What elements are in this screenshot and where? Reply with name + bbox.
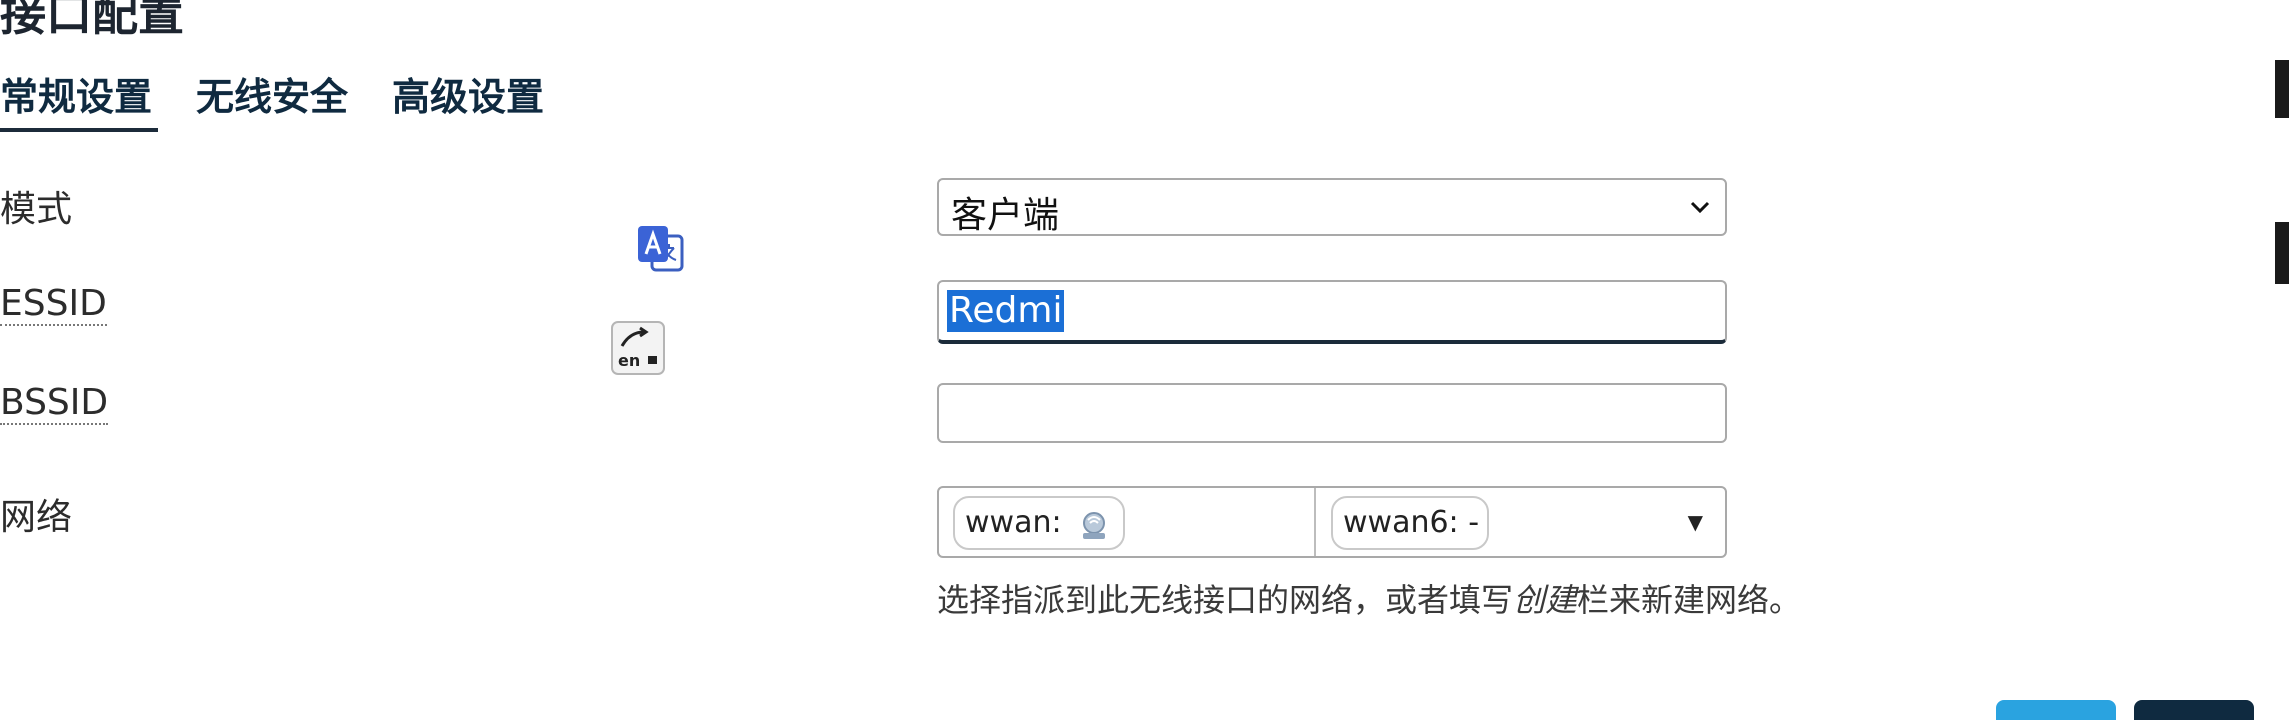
svg-text:en: en [618,351,640,370]
network-select-divider [1314,488,1316,556]
network-interface-icon [1077,507,1111,539]
mode-label: 模式 [0,189,73,230]
interface-config-page: 接口配置 常规设置 无线安全 高级设置 模式 ESSID BSSID 网络 en… [0,0,2289,720]
network-chip-wwan-label: wwan: [965,505,1062,540]
network-chip-wwan6[interactable]: wwan6: - [1331,496,1489,550]
network-hint-after: 栏来新建网络。 [1577,581,1802,619]
section-title: 接口配置 [0,0,184,41]
network-chip-wwan[interactable]: wwan: [953,496,1125,550]
essid-input-value: Redmi [947,290,1065,332]
essid-label: ESSID [0,283,107,326]
chevron-down-icon [1689,196,1711,218]
network-label: 网络 [0,497,73,538]
translate-icon[interactable] [634,222,690,278]
tab-general-settings[interactable]: 常规设置 [0,70,158,132]
tab-advanced-settings[interactable]: 高级设置 [392,70,554,128]
cancel-button[interactable] [1996,700,2116,720]
tab-wireless-security[interactable]: 无线安全 [196,70,356,128]
network-hint-before: 选择指派到此无线接口的网络，或者填写 [937,581,1514,619]
mode-select-value: 客户端 [951,195,1060,236]
dropdown-arrow-icon[interactable]: ▼ [1688,510,1703,534]
ime-icon[interactable]: en [610,320,666,376]
edge-scroll-marker [2275,60,2289,118]
bssid-input[interactable] [937,383,1727,443]
edge-scroll-marker [2275,222,2289,284]
network-hint: 选择指派到此无线接口的网络，或者填写创建栏来新建网络。 [937,575,1801,621]
network-select[interactable]: wwan: wwan6: - ▼ [937,486,1727,558]
save-button[interactable] [2134,700,2254,720]
mode-select[interactable]: 客户端 [937,178,1727,236]
bssid-label: BSSID [0,382,109,425]
essid-input[interactable]: Redmi [937,280,1727,344]
network-hint-emphasis: 创建 [1513,581,1578,619]
network-chip-wwan6-label: wwan6: - [1343,505,1480,540]
